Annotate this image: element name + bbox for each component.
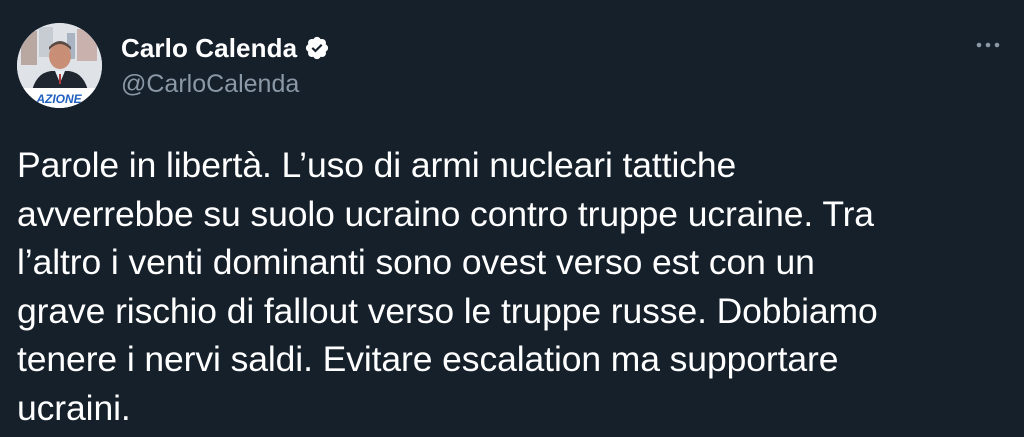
avatar-image: AZIONE xyxy=(17,23,102,108)
tweet-card: AZIONE Carlo Calenda @CarloCalenda Parol… xyxy=(0,0,1024,437)
svg-text:AZIONE: AZIONE xyxy=(35,92,82,106)
more-options-button[interactable] xyxy=(968,30,1008,60)
tweet-text: Parole in libertà. L’uso di armi nuclear… xyxy=(17,145,878,428)
author-handle[interactable]: @CarloCalenda xyxy=(121,70,299,99)
author-display-name[interactable]: Carlo Calenda xyxy=(121,33,297,64)
author-name-row: Carlo Calenda xyxy=(121,31,330,65)
verified-badge-icon xyxy=(304,35,330,61)
avatar[interactable]: AZIONE xyxy=(17,23,102,108)
more-options-icon xyxy=(976,42,1000,48)
